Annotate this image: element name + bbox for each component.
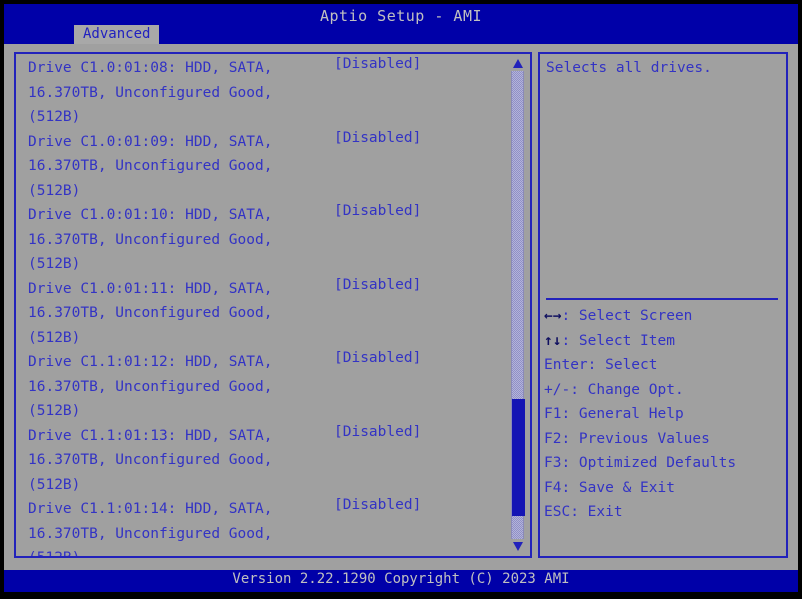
drive-state-value[interactable]: [Disabled] <box>334 350 421 366</box>
drive-label-line3: (512B) <box>28 109 81 125</box>
drive-label-line2: 16.370TB, Unconfigured Good, <box>28 452 273 468</box>
key-change-opt: +/-: Change Opt. <box>544 381 684 398</box>
version-text: Version 2.22.1290 Copyright (C) 2023 AMI <box>232 571 570 587</box>
scrollbar-thumb[interactable] <box>512 398 525 516</box>
key-select-screen-label: : Select Screen <box>561 308 693 324</box>
up-down-arrow-icon: ↑↓ <box>544 332 562 349</box>
footer-bar: Version 2.22.1290 Copyright (C) 2023 AMI <box>4 570 798 592</box>
page-title: Aptio Setup - AMI <box>319 7 483 25</box>
body-area: Drive C1.0:01:08: HDD, SATA, 16.370TB, U… <box>4 44 798 566</box>
list-item[interactable]: Drive C1.1:01:14: HDD, SATA, 16.370TB, U… <box>28 497 508 558</box>
drive-label-line1: Drive C1.1:01:12: HDD, SATA, <box>28 354 273 370</box>
key-f3-optimized-defaults: F3: Optimized Defaults <box>544 455 737 471</box>
list-item[interactable]: Drive C1.1:01:13: HDD, SATA, 16.370TB, U… <box>28 424 508 498</box>
drive-list: Drive C1.0:01:08: HDD, SATA, 16.370TB, U… <box>28 56 508 558</box>
drive-label-line1: Drive C1.1:01:14: HDD, SATA, <box>28 501 273 517</box>
drive-label-line2: 16.370TB, Unconfigured Good, <box>28 305 273 321</box>
list-item[interactable]: Drive C1.0:01:09: HDD, SATA, 16.370TB, U… <box>28 130 508 204</box>
key-f4-save-exit: F4: Save & Exit <box>544 479 675 496</box>
drive-label-line3: (512B) <box>28 403 81 419</box>
drive-label-line1: Drive C1.0:01:10: HDD, SATA, <box>28 207 273 223</box>
drive-label-line2: 16.370TB, Unconfigured Good, <box>28 158 273 174</box>
drive-state-value[interactable]: [Disabled] <box>334 497 421 513</box>
title-bar: Aptio Setup - AMI Advanced <box>4 4 798 44</box>
drive-label-line2: 16.370TB, Unconfigured Good, <box>28 84 273 101</box>
key-enter-select: Enter: Select <box>544 357 658 373</box>
key-esc-exit: ESC: Exit <box>544 504 623 520</box>
scrollbar-track[interactable] <box>511 71 525 539</box>
key-select-item-label: : Select Item <box>561 332 675 349</box>
tab-strip: Advanced <box>4 25 798 44</box>
key-select-item: ↑↓: Select Item <box>544 329 784 354</box>
drive-state-value[interactable]: [Disabled] <box>334 424 421 440</box>
drive-state-value[interactable]: [Disabled] <box>334 56 421 72</box>
scrollbar[interactable] <box>511 58 525 552</box>
help-panel: Selects all drives. ←→: Select Screen ↑↓… <box>538 52 788 558</box>
drive-label-line1: Drive C1.0:01:11: HDD, SATA, <box>28 280 273 297</box>
scroll-down-arrow-icon[interactable] <box>512 541 523 552</box>
drive-label-line3: (512B) <box>28 182 81 199</box>
tab-advanced[interactable]: Advanced <box>74 25 160 44</box>
drive-label-line3: (512B) <box>28 329 81 346</box>
list-item[interactable]: Drive C1.0:01:11: HDD, SATA, 16.370TB, U… <box>28 277 508 351</box>
list-item[interactable]: Drive C1.0:01:10: HDD, SATA, 16.370TB, U… <box>28 203 508 277</box>
drive-label-line3: (512B) <box>28 550 81 558</box>
drive-label-line1: Drive C1.1:01:13: HDD, SATA, <box>28 427 273 444</box>
drive-state-value[interactable]: [Disabled] <box>334 130 421 146</box>
drive-label-line3: (512B) <box>28 476 81 493</box>
drive-state-value[interactable]: [Disabled] <box>334 203 421 219</box>
key-select-screen: ←→: Select Screen <box>544 304 784 329</box>
list-item[interactable]: Drive C1.0:01:08: HDD, SATA, 16.370TB, U… <box>28 56 508 130</box>
drive-label-line2: 16.370TB, Unconfigured Good, <box>28 525 273 542</box>
drive-label-line2: 16.370TB, Unconfigured Good, <box>28 231 273 248</box>
key-legend: ←→: Select Screen ↑↓: Select Item Enter:… <box>544 304 784 525</box>
drive-label-line2: 16.370TB, Unconfigured Good, <box>28 378 273 395</box>
drive-label-line3: (512B) <box>28 256 81 272</box>
key-f2-previous-values: F2: Previous Values <box>544 430 710 447</box>
drive-label-line1: Drive C1.0:01:09: HDD, SATA, <box>28 133 273 150</box>
list-item[interactable]: Drive C1.1:01:12: HDD, SATA, 16.370TB, U… <box>28 350 508 424</box>
drive-state-value[interactable]: [Disabled] <box>334 277 421 293</box>
bios-setup-screen: Aptio Setup - AMI Advanced Drive C1.0:01… <box>0 0 802 599</box>
scroll-up-arrow-icon[interactable] <box>512 58 523 69</box>
left-right-arrow-icon: ←→ <box>544 308 562 324</box>
key-f1-general-help: F1: General Help <box>544 406 684 422</box>
drive-list-panel: Drive C1.0:01:08: HDD, SATA, 16.370TB, U… <box>14 52 532 558</box>
help-divider <box>546 298 778 300</box>
help-description: Selects all drives. <box>546 60 712 76</box>
drive-label-line1: Drive C1.0:01:08: HDD, SATA, <box>28 60 273 76</box>
